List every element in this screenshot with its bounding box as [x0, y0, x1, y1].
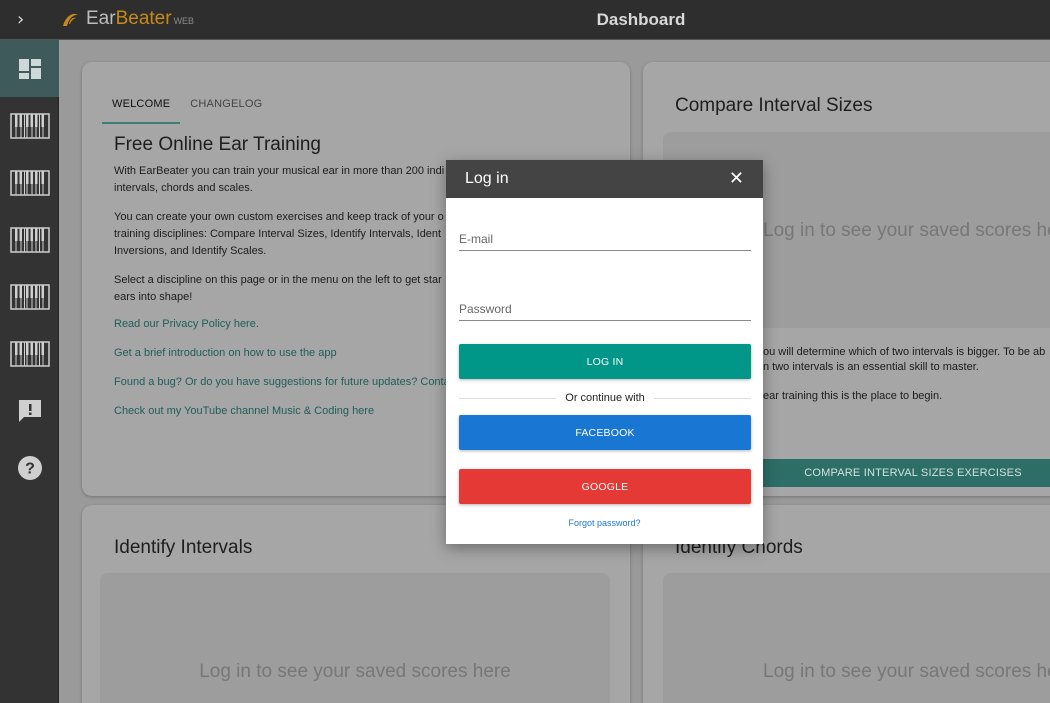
piano-icon	[9, 340, 50, 367]
piano-icon	[9, 283, 50, 310]
logo-text-ear: Ear	[86, 8, 116, 29]
intro-link[interactable]: Get a brief introduction on how to use t…	[114, 347, 337, 359]
login-dialog-title: Log in	[465, 170, 509, 187]
app-logo[interactable]: Ear Beater WEB	[60, 8, 194, 32]
sidebar-item-help[interactable]: ?	[0, 439, 59, 496]
logo-text-web: WEB	[173, 16, 195, 26]
piano-icon	[9, 112, 50, 139]
welcome-paragraph: You can create your own custom exercises…	[114, 211, 444, 257]
welcome-tabs: WELCOME CHANGELOG	[102, 98, 272, 124]
sidebar-item-identify-intervals[interactable]	[0, 154, 59, 211]
earbeater-logo-icon	[63, 13, 78, 26]
svg-text:?: ?	[25, 460, 35, 477]
password-field[interactable]	[459, 297, 751, 321]
divider-line	[459, 397, 557, 399]
password-input[interactable]	[459, 297, 751, 320]
sidebar-item-identify-chords[interactable]	[0, 211, 59, 268]
identify-intervals-title: Identify Intervals	[114, 537, 253, 558]
email-field[interactable]	[459, 227, 751, 251]
continue-with-divider: Or continue with	[459, 391, 752, 405]
welcome-paragraph: With EarBeater you can train your musica…	[114, 165, 445, 194]
sidebar-item-dashboard[interactable]	[0, 40, 59, 97]
scores-placeholder: Log in to see your saved scores here	[663, 573, 1050, 703]
dashboard-icon	[18, 58, 41, 79]
sidebar: ?	[0, 40, 59, 703]
facebook-login-button[interactable]: FACEBOOK	[459, 415, 751, 450]
compare-description-line: n two intervals is an essential skill to…	[763, 361, 979, 373]
email-input[interactable]	[459, 227, 751, 250]
sidebar-item-identify-scales[interactable]	[0, 325, 59, 382]
scores-placeholder-text: Log in to see your saved scores here	[763, 661, 1050, 682]
scores-placeholder-text: Log in to see your saved scores here	[199, 661, 511, 682]
youtube-link[interactable]: Check out my YouTube channel Music & Cod…	[114, 405, 374, 417]
top-bar: › Ear Beater WEB Dashboard	[0, 0, 1050, 40]
tab-changelog[interactable]: CHANGELOG	[180, 98, 272, 124]
logo-text-beater: Beater	[115, 8, 172, 29]
piano-icon	[9, 226, 50, 253]
sidebar-item-feedback[interactable]	[0, 382, 59, 439]
sidebar-item-identify-inversions[interactable]	[0, 268, 59, 325]
divider-line	[653, 397, 752, 399]
welcome-paragraph: Select a discipline on this page or in t…	[114, 274, 442, 303]
forgot-password-link[interactable]: Forgot password?	[446, 518, 763, 528]
privacy-policy-link[interactable]: Read our Privacy Policy here.	[114, 318, 259, 330]
feedback-icon	[18, 399, 41, 422]
bug-report-link[interactable]: Found a bug? Or do you have suggestions …	[114, 376, 450, 388]
help-icon: ?	[17, 455, 42, 480]
sidebar-item-compare-intervals[interactable]	[0, 97, 59, 154]
tab-welcome[interactable]: WELCOME	[102, 98, 181, 124]
compare-description-line: ear training this is the place to begin.	[763, 390, 943, 402]
welcome-title: Free Online Ear Training	[114, 134, 321, 155]
scores-placeholder: Log in to see your saved scores here	[100, 573, 610, 703]
compare-interval-sizes-exercises-button[interactable]: COMPARE INTERVAL SIZES EXERCISES	[763, 459, 1050, 487]
compare-card-title: Compare Interval Sizes	[675, 95, 873, 116]
close-icon[interactable]: ✕	[729, 170, 744, 188]
login-button[interactable]: LOG IN	[459, 344, 751, 379]
divider-text: Or continue with	[565, 392, 645, 404]
google-login-button[interactable]: GOOGLE	[459, 469, 751, 504]
chevron-right-icon[interactable]: ›	[17, 10, 33, 30]
piano-icon	[9, 169, 50, 196]
login-dialog-header: Log in ✕	[446, 160, 763, 198]
login-dialog: Log in ✕ LOG IN Or continue with FACEBOO…	[446, 160, 763, 544]
